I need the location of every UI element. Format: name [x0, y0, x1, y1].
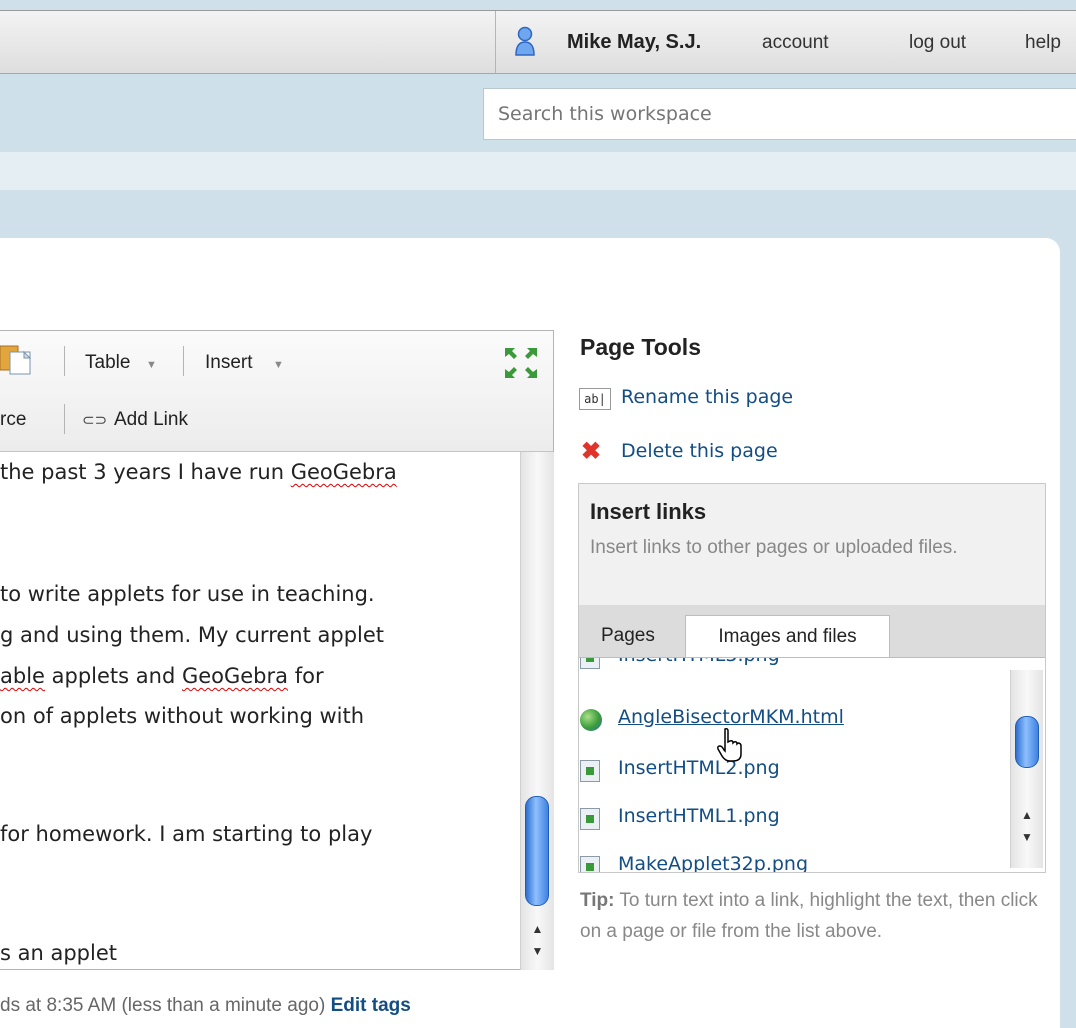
rename-icon[interactable]: ab| [579, 388, 611, 410]
scroll-up-arrow-icon[interactable]: ▲ [1011, 804, 1043, 826]
editor-text-segment: on of applets without working with [0, 704, 365, 728]
editor-text-segment: for homework. I am starting to play [0, 822, 373, 846]
save-status-text: ds at 8:35 AM (less than a minute ago) [0, 995, 326, 1016]
editor-text-segment: the past 3 years I have run [0, 460, 291, 484]
page-editor: Table ▼ Insert ▼ rce ⊂⊃ Add Link the pas… [0, 330, 554, 970]
scroll-up-arrow-icon[interactable]: ▲ [521, 918, 554, 940]
editor-text-segment: s an applet [0, 941, 117, 965]
logout-link[interactable]: log out [909, 32, 966, 54]
expand-icon[interactable] [503, 346, 539, 380]
image-file-icon [580, 808, 600, 830]
editor-scrollbar[interactable]: ▲ ▼ [520, 452, 554, 970]
search-input[interactable] [483, 88, 1076, 140]
tip-text: Tip: To turn text into a link, highlight… [580, 885, 1040, 947]
misspelled-word: GeoGebra [290, 460, 397, 484]
editor-text-segment: to write applets for use in teaching. [0, 582, 375, 606]
account-link[interactable]: account [762, 32, 829, 54]
insert-links-title: Insert links [590, 499, 707, 524]
help-link[interactable]: help [1025, 32, 1061, 54]
insert-menu[interactable]: Insert [205, 352, 253, 374]
editor-line: for homework. I am starting to play [0, 822, 372, 846]
top-bar: Mike May, S.J. account log out help [0, 10, 1076, 74]
sub-band [0, 152, 1076, 190]
editor-line: g and using them. My current applet [0, 623, 384, 647]
file-name: InsertHTML2.png [618, 757, 780, 779]
editor-line: the past 3 years I have run GeoGebra [0, 460, 397, 484]
file-list-scroll-thumb[interactable] [1015, 716, 1039, 768]
html-file-globe-icon [580, 709, 602, 731]
rename-page-link[interactable]: Rename this page [621, 386, 793, 408]
insert-links-header: Insert links Insert links to other pages… [579, 484, 1045, 605]
editor-toolbar: Table ▼ Insert ▼ rce ⊂⊃ Add Link [0, 331, 553, 452]
image-file-icon [580, 856, 600, 872]
add-link-button[interactable]: Add Link [114, 409, 188, 431]
editor-scroll-thumb[interactable] [525, 796, 549, 906]
toolbar-separator [183, 346, 184, 376]
user-area: Mike May, S.J. account log out help [495, 11, 1076, 73]
editor-line: to write applets for use in teaching. [0, 582, 375, 606]
table-chevron-down-icon[interactable]: ▼ [146, 359, 157, 371]
editor-text-segment: for [288, 664, 324, 688]
editor-line: s an applet [0, 941, 117, 965]
toolbar-separator [64, 404, 65, 434]
table-menu[interactable]: Table [85, 352, 130, 374]
file-name: InsertHTML3.png [618, 658, 780, 666]
tip-body: To turn text into a link, highlight the … [580, 890, 1038, 942]
scroll-down-arrow-icon[interactable]: ▼ [521, 940, 554, 962]
tab-images-and-files[interactable]: Images and files [685, 615, 890, 657]
hand-cursor-icon [717, 728, 742, 762]
link-icon[interactable]: ⊂⊃ [82, 411, 107, 429]
user-icon [515, 26, 535, 56]
editor-text-segment: g and using them. My current applet [0, 623, 385, 647]
tab-pages[interactable]: Pages [601, 625, 655, 647]
file-list: InsertHTML3.png AngleBisectorMKM.html In… [578, 658, 1046, 872]
scroll-down-arrow-icon[interactable]: ▼ [1011, 826, 1043, 848]
paste-icon[interactable] [0, 342, 34, 376]
misspelled-word: able [0, 664, 45, 688]
delete-page-link[interactable]: Delete this page [621, 440, 778, 462]
file-list-items: InsertHTML3.png AngleBisectorMKM.html In… [578, 658, 1008, 872]
editor-line: on of applets without working with [0, 704, 364, 728]
tip-label: Tip: [580, 890, 615, 911]
misspelled-word: GeoGebra [181, 664, 289, 688]
file-name: AngleBisectorMKM.html [618, 706, 844, 728]
source-button[interactable]: rce [0, 409, 26, 431]
editor-line: able applets and GeoGebra for [0, 664, 324, 688]
save-status: ds at 8:35 AM (less than a minute ago) E… [0, 995, 560, 1017]
page-tools-title: Page Tools [580, 334, 701, 360]
delete-icon[interactable]: ✖ [581, 440, 601, 464]
toolbar-separator [64, 346, 65, 376]
edit-tags-link[interactable]: Edit tags [331, 995, 411, 1016]
image-file-icon [580, 658, 600, 669]
user-name: Mike May, S.J. [567, 31, 702, 53]
file-name: MakeApplet32p.png [618, 853, 809, 872]
file-list-scrollbar[interactable]: ▲ ▼ [1010, 670, 1043, 868]
insert-links-description: Insert links to other pages or uploaded … [590, 537, 958, 558]
rename-icon-text: ab [584, 392, 599, 406]
editor-content[interactable]: the past 3 years I have run GeoGebra to … [0, 452, 520, 970]
file-name: InsertHTML1.png [618, 805, 780, 827]
image-file-icon [580, 760, 600, 782]
insert-chevron-down-icon[interactable]: ▼ [273, 359, 284, 371]
editor-text-segment: applets and [44, 664, 182, 688]
